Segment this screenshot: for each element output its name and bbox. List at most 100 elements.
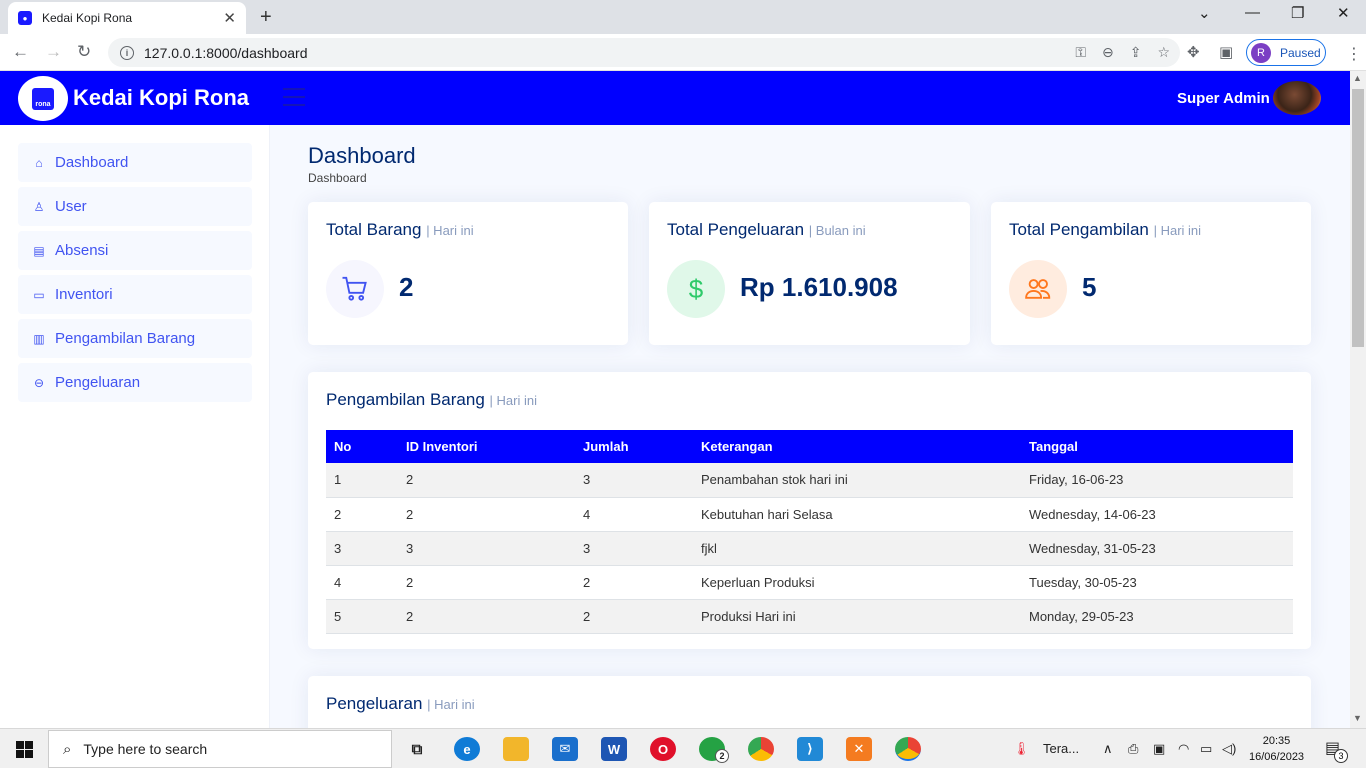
edge-icon[interactable]: e — [454, 737, 480, 761]
page-title: Dashboard — [308, 143, 416, 168]
user-name[interactable]: Super Admin — [1177, 90, 1270, 107]
weather-icon[interactable]: 🌡 — [1013, 741, 1030, 757]
windows-start-icon[interactable] — [16, 741, 33, 758]
table-header-row: No ID Inventori Jumlah Keterangan Tangga… — [326, 430, 1293, 463]
weather-text[interactable]: Tera... — [1043, 741, 1079, 756]
logo-mark: rona — [32, 87, 54, 110]
close-tab-icon[interactable]: ✕ — [223, 9, 236, 27]
taskbar-search-input[interactable]: ⌕ Type here to search — [48, 730, 392, 768]
new-tab-icon[interactable]: + — [260, 6, 272, 29]
stat-card-total-pengambilan: Total Pengambilan | Hari ini 5 — [991, 202, 1311, 345]
whatsapp-icon[interactable]: 2 — [699, 737, 729, 763]
chrome-profile-icon[interactable] — [895, 737, 921, 761]
chrome-icon[interactable] — [748, 737, 774, 761]
site-info-icon[interactable]: i — [120, 45, 134, 60]
meet-icon[interactable]: ⎙ — [1128, 741, 1138, 757]
vscode-icon[interactable]: ⟩ — [797, 737, 823, 761]
search-placeholder: Type here to search — [83, 741, 208, 757]
pengambilan-table: No ID Inventori Jumlah Keterangan Tangga… — [326, 430, 1293, 634]
menu-toggle-icon[interactable] — [283, 88, 305, 112]
task-view-icon[interactable]: ⧉ — [404, 737, 430, 761]
bookmark-star-icon[interactable]: ☆ — [1157, 44, 1170, 61]
extensions-icon[interactable]: ✥ — [1187, 43, 1200, 61]
tab-search-icon[interactable]: ⌄ — [1198, 4, 1211, 22]
column-header[interactable]: Tanggal — [1021, 430, 1293, 463]
avatar[interactable] — [1273, 81, 1321, 115]
back-icon[interactable]: ← — [12, 42, 29, 62]
table-row: 4 2 2 Keperluan Produksi Tuesday, 30-05-… — [326, 565, 1293, 600]
card-period: | Hari ini — [426, 223, 474, 238]
sidebar-item-label: Absensi — [55, 242, 109, 259]
xampp-icon[interactable]: ✕ — [846, 737, 872, 761]
file-explorer-icon[interactable] — [503, 737, 529, 761]
sidebar-item-pengambilan-barang[interactable]: ▥ Pengambilan Barang — [18, 319, 252, 358]
scrollbar-thumb[interactable] — [1352, 89, 1364, 347]
breadcrumb[interactable]: Dashboard — [308, 171, 367, 185]
browser-tab[interactable]: ● Kedai Kopi Rona ✕ — [8, 2, 246, 34]
column-header[interactable]: Jumlah — [575, 430, 693, 463]
sidebar: ⌂ Dashboard ♙ User ▤ Absensi ▭ Inventori… — [0, 125, 270, 728]
restore-icon[interactable]: ❐ — [1291, 4, 1304, 22]
table-cell: 1 — [326, 463, 398, 498]
key-icon[interactable]: ⚿ — [1075, 44, 1086, 61]
stat-value: 5 — [1082, 272, 1097, 302]
stat-value: 2 — [399, 272, 414, 302]
card-title-text: Total Barang — [326, 220, 422, 239]
table-cell: 2 — [575, 599, 693, 634]
table-cell: Wednesday, 31-05-23 — [1021, 531, 1293, 566]
browser-toolbar: ← → ↻ i 127.0.0.1:8000/dashboard ⚿ ⊖ ⇪ ☆… — [0, 34, 1366, 71]
sidebar-item-dashboard[interactable]: ⌂ Dashboard — [18, 143, 252, 182]
minimize-icon[interactable]: — — [1245, 4, 1260, 21]
zoom-icon[interactable]: ⊖ — [1102, 44, 1114, 61]
brand-name[interactable]: Kedai Kopi Rona — [73, 85, 249, 111]
card-title: Total Pengambilan | Hari ini — [1009, 220, 1201, 240]
column-header[interactable]: ID Inventori — [398, 430, 575, 463]
favicon-icon: ● — [18, 11, 32, 25]
card-title-text: Pengeluaran — [326, 694, 423, 713]
sidebar-item-pengeluaran[interactable]: ⊖ Pengeluaran — [18, 363, 252, 402]
scroll-down-icon[interactable]: ▼ — [1353, 713, 1362, 723]
clipboard-icon: ▤ — [33, 243, 45, 258]
forward-icon[interactable]: → — [45, 42, 62, 62]
taskbar: ⌕ Type here to search ⧉ e ✉ W O 2 ⟩ ✕ 🌡 … — [0, 728, 1366, 768]
display-icon[interactable]: ▣ — [1153, 741, 1165, 757]
address-bar[interactable]: i 127.0.0.1:8000/dashboard ⚿ ⊖ ⇪ ☆ — [108, 38, 1180, 67]
table-cell: 3 — [398, 531, 575, 566]
share-icon[interactable]: ⇪ — [1130, 44, 1142, 61]
profile-button[interactable]: R Paused — [1246, 39, 1326, 66]
archive-icon: ▭ — [33, 287, 45, 302]
table-cell: 3 — [575, 463, 693, 498]
wifi-icon[interactable]: ◠ — [1178, 741, 1189, 757]
card-title: Pengambilan Barang | Hari ini — [326, 390, 537, 410]
sidebar-item-inventori[interactable]: ▭ Inventori — [18, 275, 252, 314]
sidebar-item-user[interactable]: ♙ User — [18, 187, 252, 226]
card-title-text: Total Pengeluaran — [667, 220, 805, 239]
table-cell: 3 — [326, 531, 398, 566]
close-window-icon[interactable]: ✕ — [1337, 4, 1350, 22]
clock-date: 16/06/2023 — [1249, 751, 1305, 763]
card-period: | Hari ini — [427, 697, 475, 712]
column-header[interactable]: Keterangan — [693, 430, 1021, 463]
page-scrollbar[interactable]: ▲ ▼ — [1350, 71, 1366, 728]
word-icon[interactable]: W — [601, 737, 627, 761]
browser-menu-icon[interactable]: ⋮ — [1346, 44, 1362, 64]
search-icon: ⌕ — [63, 740, 72, 758]
sidebar-item-absensi[interactable]: ▤ Absensi — [18, 231, 252, 270]
clock[interactable]: 20:35 16/06/2023 — [1249, 733, 1304, 765]
side-panel-icon[interactable]: ▣ — [1219, 43, 1233, 61]
logo[interactable]: rona — [18, 76, 68, 121]
scroll-up-icon[interactable]: ▲ — [1353, 73, 1362, 83]
mail-icon[interactable]: ✉ — [552, 737, 578, 761]
reload-icon[interactable]: ↻ — [77, 42, 91, 62]
card-title-text: Pengambilan Barang — [326, 390, 485, 409]
tray-expand-icon[interactable]: ∧ — [1103, 741, 1113, 757]
opera-icon[interactable]: O — [650, 737, 676, 761]
sidebar-item-label: Inventori — [55, 286, 113, 303]
table-cell: fjkl — [693, 531, 1021, 566]
battery-icon[interactable]: ▭ — [1200, 741, 1212, 757]
sidebar-item-label: Pengambilan Barang — [55, 330, 196, 347]
column-header[interactable]: No — [326, 430, 398, 463]
house-icon: ⌂ — [35, 155, 43, 170]
volume-icon[interactable]: ◁) — [1222, 741, 1236, 757]
notification-count: 3 — [1334, 749, 1348, 763]
